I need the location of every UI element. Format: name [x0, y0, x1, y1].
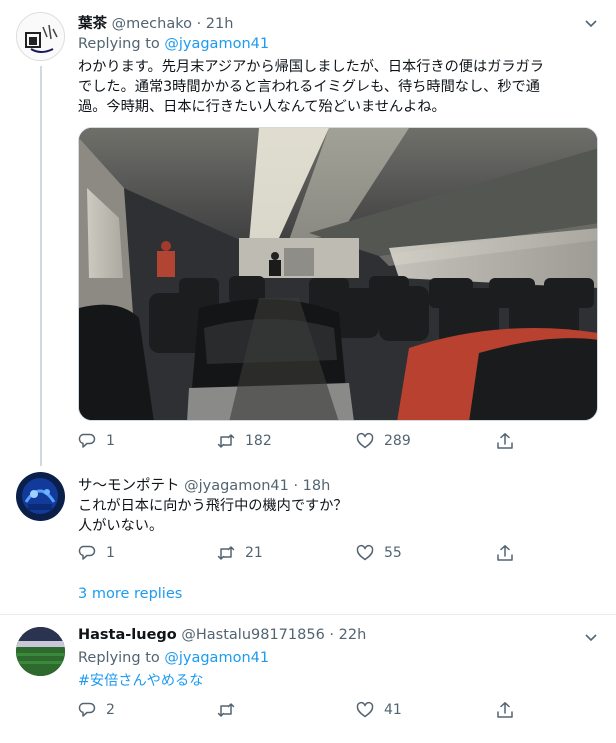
avatar[interactable]	[16, 627, 65, 676]
replying-label: Replying to	[78, 650, 165, 666]
avatar[interactable]	[16, 472, 65, 521]
share-button[interactable]	[496, 542, 524, 564]
timestamp[interactable]: 21h	[206, 16, 234, 32]
chevron-down-icon[interactable]	[584, 16, 598, 30]
timestamp[interactable]: 22h	[339, 627, 367, 643]
separator: ·	[324, 627, 339, 643]
display-name[interactable]: 葉茶	[78, 16, 107, 32]
thread-line	[40, 66, 42, 466]
tweet-actions: 2 41	[78, 699, 518, 721]
tweet-2[interactable]: サ～モンポテト @jyagamon41 · 18h これが日本に向かう飛行中の機…	[0, 462, 616, 572]
reply-count: 1	[106, 433, 115, 449]
avatar-image	[17, 13, 64, 60]
more-replies-link[interactable]: 3 more replies	[78, 586, 182, 602]
retweet-icon	[217, 434, 235, 448]
tweet-header: 葉茶 @mechako · 21h	[78, 12, 233, 33]
tweet-1[interactable]: 葉茶 @mechako · 21h Replying to @jyagamon4…	[0, 0, 616, 466]
tweet-header: Hasta-luego @Hastalu98171856 · 22h	[78, 627, 366, 643]
share-icon	[497, 702, 513, 718]
like-button[interactable]: 41	[356, 699, 402, 721]
tweet-3[interactable]: Hasta-luego @Hastalu98171856 · 22h Reply…	[0, 615, 616, 743]
like-count: 55	[384, 545, 402, 561]
like-icon	[356, 432, 374, 449]
retweet-button[interactable]: 182	[217, 430, 272, 452]
tweet-text-line: 過。今時期、日本に行きたい人なんて殆どいませんよね。	[78, 99, 446, 115]
retweet-icon	[217, 703, 235, 717]
avatar-image	[16, 472, 65, 521]
reply-icon	[78, 545, 96, 560]
like-icon	[356, 544, 374, 561]
separator: ·	[191, 16, 206, 32]
tweet-text: #安倍さんやめるな	[78, 671, 598, 691]
reply-icon	[78, 433, 96, 448]
replying-to: Replying to @jyagamon41	[78, 36, 269, 52]
hashtag-link[interactable]: #安倍さんやめるな	[78, 671, 598, 691]
reply-count: 1	[106, 545, 115, 561]
tweet-text-line: これが日本に向かう飛行中の機内ですか？	[78, 498, 348, 514]
tweet-text: これが日本に向かう飛行中の機内ですか？ 人がいない。	[78, 496, 598, 536]
retweet-button[interactable]	[217, 699, 245, 721]
replying-label: Replying to	[78, 36, 165, 52]
like-button[interactable]: 289	[356, 430, 411, 452]
replying-to: Replying to @jyagamon41	[78, 650, 269, 666]
tweet-text-line: 人がいない。	[78, 518, 164, 534]
retweet-count: 182	[245, 433, 272, 449]
reply-count: 2	[106, 702, 115, 718]
tweet-text-line: わかります。先月末アジアから帰国しましたが、日本行きの便はガラガラ	[78, 59, 544, 75]
user-handle[interactable]: @jyagamon41	[184, 478, 289, 494]
tweet-header: サ～モンポテト @jyagamon41 · 18h	[78, 474, 330, 495]
tweet-actions: 1 21 55	[78, 542, 518, 564]
tweet-text: わかります。先月末アジアから帰国しましたが、日本行きの便はガラガラ でした。通常…	[78, 57, 598, 117]
share-button[interactable]	[496, 430, 524, 452]
user-handle[interactable]: @mechako	[112, 16, 192, 32]
airplane-cabin-photo	[79, 128, 597, 420]
like-icon	[356, 701, 374, 718]
share-button[interactable]	[496, 699, 524, 721]
like-count: 41	[384, 702, 402, 718]
tweet-photo[interactable]	[78, 127, 598, 421]
reply-icon	[78, 702, 96, 717]
retweet-button[interactable]: 21	[217, 542, 263, 564]
share-icon	[497, 545, 513, 561]
mention-link[interactable]: @jyagamon41	[164, 650, 269, 666]
tweet-text-line: でした。通常3時間かかると言われるイミグレも、待ち時間なし、秒で通	[78, 79, 540, 95]
like-button[interactable]: 55	[356, 542, 402, 564]
retweet-icon	[217, 546, 235, 560]
display-name[interactable]: サ～モンポテト	[78, 478, 180, 494]
retweet-count: 21	[245, 545, 263, 561]
like-count: 289	[384, 433, 411, 449]
reply-button[interactable]: 1	[78, 430, 115, 452]
avatar[interactable]	[16, 12, 65, 61]
tweet-actions: 1 182 289	[78, 430, 518, 452]
timestamp[interactable]: 18h	[303, 478, 331, 494]
reply-button[interactable]: 1	[78, 542, 115, 564]
reply-button[interactable]: 2	[78, 699, 115, 721]
avatar-image	[16, 627, 65, 676]
share-icon	[497, 433, 513, 449]
mention-link[interactable]: @jyagamon41	[164, 36, 269, 52]
user-handle[interactable]: @Hastalu98171856	[181, 627, 324, 643]
display-name[interactable]: Hasta-luego	[78, 627, 177, 643]
separator: ·	[288, 478, 303, 494]
chevron-down-icon[interactable]	[584, 630, 598, 644]
